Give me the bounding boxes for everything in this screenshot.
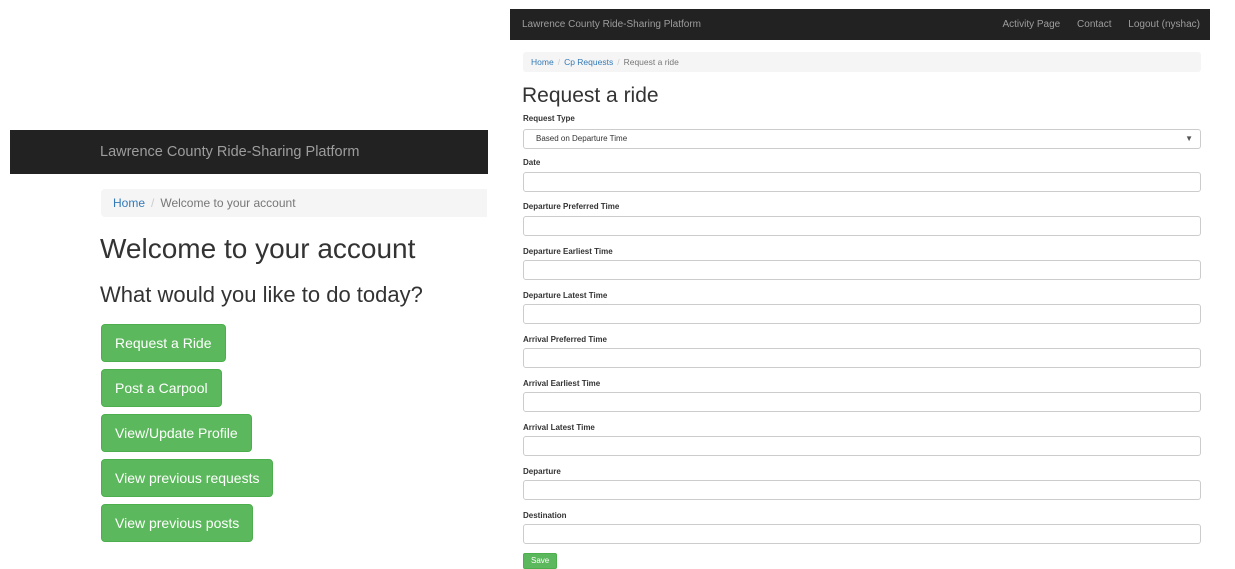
- breadcrumb-cp-requests-link[interactable]: Cp Requests: [564, 57, 613, 67]
- breadcrumb: Home / Welcome to your account: [101, 189, 487, 217]
- navbar-brand[interactable]: Lawrence County Ride-Sharing Platform: [522, 9, 701, 40]
- departure-earliest-time-input[interactable]: [523, 260, 1201, 280]
- breadcrumb-home-link[interactable]: Home: [113, 196, 145, 210]
- breadcrumb-separator: /: [151, 196, 155, 210]
- breadcrumb-current: Request a ride: [623, 57, 679, 67]
- arrival-earliest-time-label: Arrival Earliest Time: [523, 379, 601, 388]
- navbar: Lawrence County Ride-Sharing Platform: [10, 130, 488, 174]
- arrival-latest-time-label: Arrival Latest Time: [523, 423, 595, 432]
- breadcrumb-home-link[interactable]: Home: [531, 57, 554, 67]
- arrival-preferred-time-input[interactable]: [523, 348, 1201, 368]
- action-buttons: Request a Ride Post a Carpool View/Updat…: [101, 324, 274, 549]
- departure-latest-time-label: Departure Latest Time: [523, 291, 608, 300]
- nav-link-logout[interactable]: Logout (nyshac): [1128, 19, 1200, 30]
- destination-label: Destination: [523, 511, 567, 520]
- navbar-brand[interactable]: Lawrence County Ride-Sharing Platform: [100, 144, 360, 160]
- request-type-select[interactable]: Based on Departure Time ▼: [523, 129, 1201, 149]
- page-subtitle: What would you like to do today?: [100, 282, 423, 307]
- save-button[interactable]: Save: [523, 553, 558, 569]
- request-ride-button[interactable]: Request a Ride: [101, 324, 226, 362]
- breadcrumb-separator: /: [557, 57, 561, 67]
- nav-link-contact[interactable]: Contact: [1077, 19, 1111, 30]
- departure-preferred-time-input[interactable]: [523, 216, 1201, 236]
- departure-preferred-time-label: Departure Preferred Time: [523, 202, 620, 211]
- page-title: Request a ride: [522, 84, 659, 107]
- post-carpool-button[interactable]: Post a Carpool: [101, 369, 222, 407]
- page-title: Welcome to your account: [100, 233, 416, 264]
- date-input[interactable]: [523, 172, 1201, 192]
- breadcrumb-current: Welcome to your account: [160, 196, 296, 210]
- arrival-earliest-time-input[interactable]: [523, 392, 1201, 412]
- departure-latest-time-input[interactable]: [523, 304, 1201, 324]
- nav-link-activity[interactable]: Activity Page: [1002, 19, 1060, 30]
- breadcrumb: Home / Cp Requests / Request a ride: [523, 52, 1201, 72]
- breadcrumb-separator: /: [617, 57, 620, 67]
- navbar: Lawrence County Ride-Sharing Platform Ac…: [510, 9, 1210, 40]
- request-type-value: Based on Departure Time: [536, 134, 628, 143]
- departure-label: Departure: [523, 467, 561, 476]
- arrival-preferred-time-label: Arrival Preferred Time: [523, 335, 607, 344]
- date-label: Date: [523, 158, 541, 167]
- departure-input[interactable]: [523, 480, 1201, 500]
- dropdown-caret-icon: ▼: [1185, 134, 1193, 143]
- update-profile-button[interactable]: View/Update Profile: [101, 414, 252, 452]
- departure-earliest-time-label: Departure Earliest Time: [523, 247, 613, 256]
- previous-requests-button[interactable]: View previous requests: [101, 459, 274, 497]
- arrival-latest-time-input[interactable]: [523, 436, 1201, 456]
- previous-posts-button[interactable]: View previous posts: [101, 504, 254, 542]
- request-type-label: Request Type: [523, 114, 575, 123]
- welcome-page: Lawrence County Ride-Sharing Platform Ho…: [0, 0, 495, 569]
- navbar-links: Activity Page Contact Logout (nyshac): [988, 9, 1200, 40]
- destination-input[interactable]: [523, 524, 1201, 544]
